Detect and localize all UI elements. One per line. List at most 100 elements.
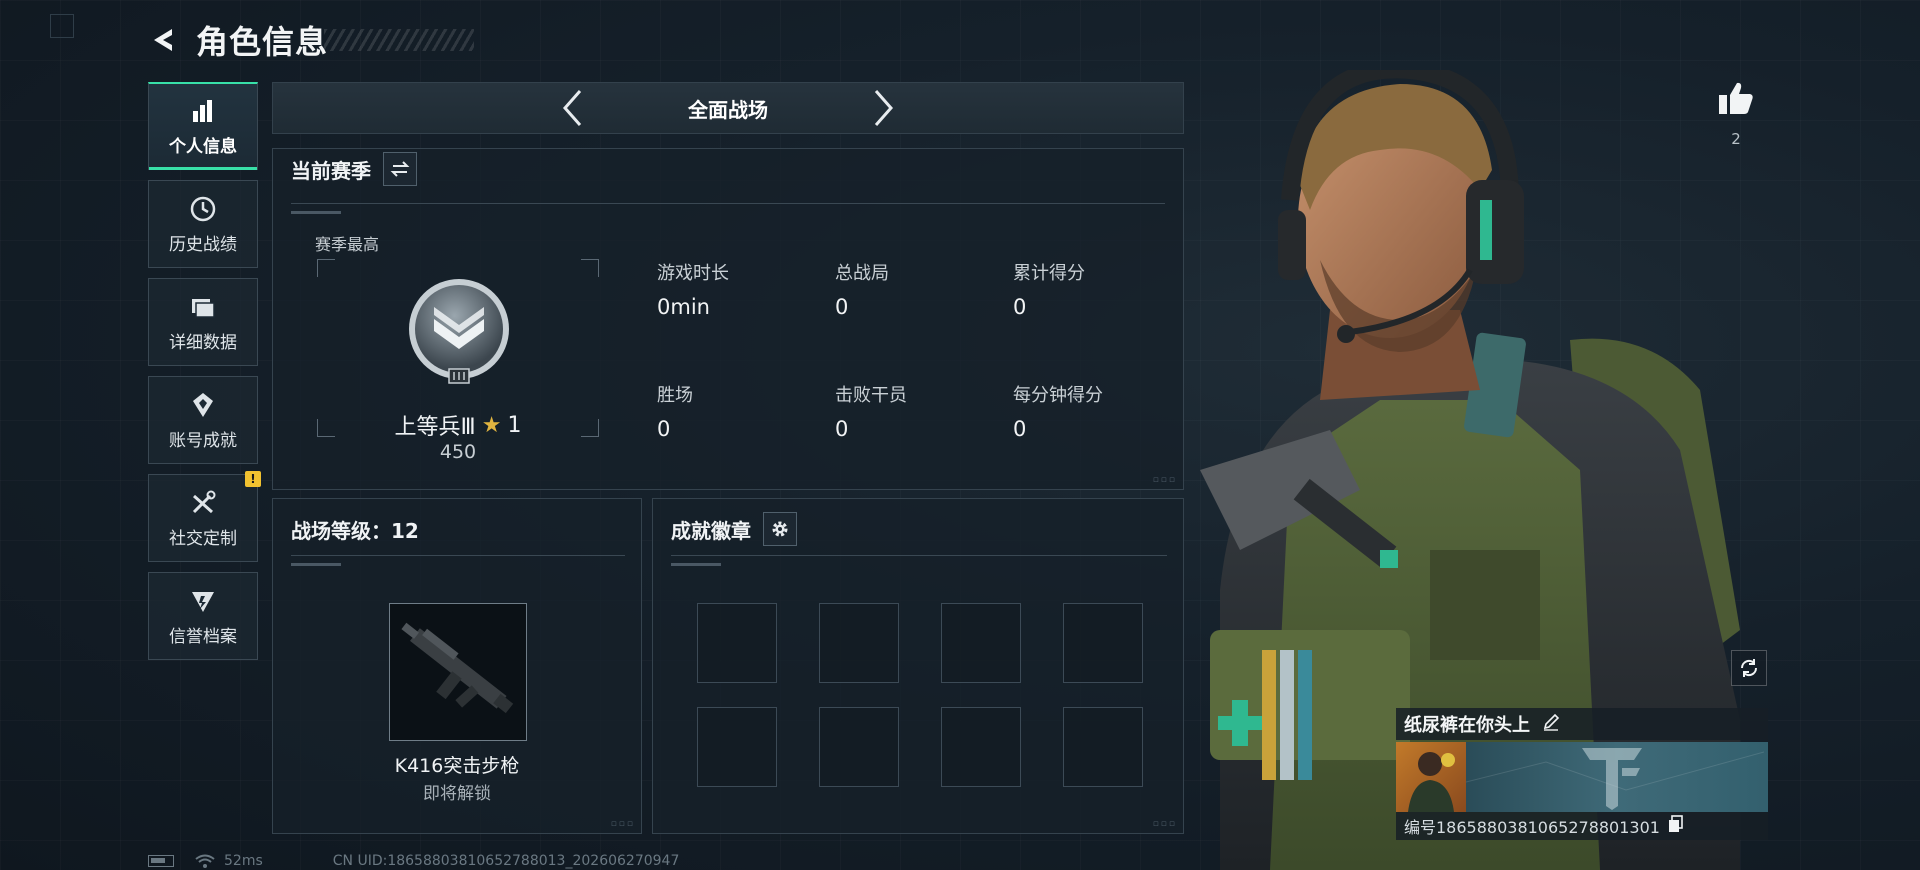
sidebar-item-label: 社交定制 bbox=[169, 528, 237, 549]
tools-icon bbox=[188, 488, 218, 518]
rotate-character-button[interactable] bbox=[1731, 650, 1767, 686]
decor-text bbox=[291, 211, 341, 214]
mode-next-button[interactable] bbox=[864, 86, 904, 130]
badge-slot[interactable] bbox=[941, 603, 1021, 683]
stat-value: 0min bbox=[657, 295, 710, 319]
stat-wins: 胜场 0 bbox=[657, 381, 693, 441]
achievement-badges-panel: 成就徽章 ▫▫▫ bbox=[652, 498, 1184, 834]
player-name: 纸尿裤在你头上 bbox=[1404, 715, 1530, 736]
ping-value: 52ms bbox=[224, 853, 263, 869]
warning-badge: ! bbox=[245, 471, 261, 487]
divider bbox=[671, 555, 1167, 556]
rank-star-count: 1 bbox=[507, 412, 522, 438]
gear-icon bbox=[772, 521, 788, 537]
season-title: 当前赛季 bbox=[291, 158, 371, 183]
back-button[interactable] bbox=[148, 23, 182, 57]
achievement-icon bbox=[188, 390, 218, 420]
sidebar-item-detailed-data[interactable]: 详细数据 bbox=[148, 278, 258, 366]
badges-title: 成就徽章 bbox=[671, 518, 751, 543]
season-panel-header: 当前赛季 bbox=[273, 149, 1183, 189]
stat-value: 0 bbox=[835, 295, 849, 319]
page-header: 角色信息 bbox=[148, 18, 475, 62]
stat-label: 总战局 bbox=[835, 263, 889, 284]
badge-slot[interactable] bbox=[941, 707, 1021, 787]
stat-label: 每分钟得分 bbox=[1013, 385, 1103, 406]
rank-points: 450 bbox=[439, 441, 477, 463]
panel-decor: ▫▫▫ bbox=[1152, 819, 1177, 829]
history-icon bbox=[188, 194, 218, 224]
panel-decor: ▫▫▫ bbox=[610, 819, 635, 829]
weapon-unlock-status: 即将解锁 bbox=[423, 784, 491, 804]
player-name-row: 纸尿裤在你头上 bbox=[1396, 708, 1768, 740]
back-arrow-icon bbox=[154, 29, 172, 51]
badge-slot[interactable] bbox=[1063, 707, 1143, 787]
stat-score-per-minute: 每分钟得分 0 bbox=[1013, 381, 1103, 441]
corner-marker bbox=[50, 14, 74, 38]
stat-value: 0 bbox=[835, 417, 849, 441]
decor-text bbox=[291, 563, 341, 566]
badge-slot[interactable] bbox=[819, 707, 899, 787]
player-id-row: 编号1865880381065278801301 bbox=[1396, 812, 1768, 840]
sidebar-item-personal-info[interactable]: 个人信息 bbox=[148, 82, 258, 170]
weapon-slot[interactable] bbox=[389, 603, 527, 741]
divider bbox=[291, 203, 1165, 204]
thumbs-up-icon bbox=[1719, 82, 1753, 114]
season-switch-button[interactable] bbox=[383, 152, 417, 186]
edit-name-button[interactable] bbox=[1542, 713, 1560, 735]
like-button[interactable] bbox=[1714, 76, 1758, 120]
sidebar: 个人信息 历史战绩 详细数据 账号成就 ! 社交定制 信誉档案 bbox=[148, 82, 261, 670]
badge-settings-button[interactable] bbox=[763, 512, 797, 546]
stat-kills: 击败干员 0 bbox=[835, 381, 907, 441]
badge-slot[interactable] bbox=[1063, 603, 1143, 683]
like-count: 2 bbox=[1731, 130, 1741, 148]
season-best-label: 赛季最高 bbox=[315, 235, 380, 254]
emblem-logo-icon bbox=[1466, 748, 1765, 810]
avatar[interactable] bbox=[1396, 742, 1466, 812]
mode-title: 全面战场 bbox=[688, 97, 768, 122]
player-banner bbox=[1466, 742, 1768, 812]
pencil-icon bbox=[1543, 713, 1560, 731]
uid-text: CN UID:18658803810652788013_202606270947 bbox=[332, 853, 680, 869]
stat-play-time: 游戏时长 0min bbox=[657, 259, 729, 319]
stat-label: 击败干员 bbox=[835, 385, 907, 406]
battlefield-level-panel: 战场等级：12 K416突击步枪 即将解锁 ▫▫▫ bbox=[272, 498, 642, 834]
rotate-icon bbox=[1740, 659, 1758, 677]
decor-text bbox=[671, 563, 721, 566]
badges-panel-header: 成就徽章 bbox=[653, 499, 1183, 559]
chevron-left-icon bbox=[562, 90, 582, 126]
weapon-name: K416突击步枪 bbox=[394, 755, 520, 777]
sidebar-item-social-custom[interactable]: ! 社交定制 bbox=[148, 471, 261, 562]
stat-label: 胜场 bbox=[657, 385, 693, 406]
chevron-right-icon bbox=[874, 90, 894, 126]
sidebar-item-achievements[interactable]: 账号成就 bbox=[148, 376, 258, 464]
player-card-body bbox=[1396, 742, 1768, 812]
copy-id-button[interactable] bbox=[1668, 815, 1684, 837]
rank-name-row: 上等兵Ⅲ ★ 1 bbox=[273, 409, 643, 441]
sidebar-item-label: 详细数据 bbox=[169, 332, 237, 353]
badge-slot[interactable] bbox=[819, 603, 899, 683]
mode-selector: 全面战场 bbox=[272, 82, 1184, 134]
badge-slot[interactable] bbox=[697, 603, 777, 683]
stat-value: 0 bbox=[1013, 295, 1027, 319]
sidebar-item-label: 账号成就 bbox=[169, 430, 237, 451]
sidebar-item-label: 历史战绩 bbox=[169, 234, 237, 255]
battlefield-panel-header: 战场等级：12 bbox=[273, 499, 641, 559]
sidebar-item-label: 个人信息 bbox=[169, 137, 237, 157]
folder-icon bbox=[188, 292, 218, 322]
stat-value: 0 bbox=[657, 417, 671, 441]
title-decoration bbox=[324, 29, 475, 51]
sidebar-item-credit-record[interactable]: 信誉档案 bbox=[148, 572, 258, 660]
season-panel: 当前赛季 赛季最高 上等兵Ⅲ ★ 1 450 游戏时长 0min 总战局 0 累… bbox=[272, 148, 1184, 490]
mode-prev-button[interactable] bbox=[552, 86, 592, 130]
rifle-icon bbox=[401, 622, 514, 714]
rank-emblem-icon bbox=[409, 279, 509, 384]
battery-icon bbox=[148, 855, 174, 867]
bar-chart-icon bbox=[188, 96, 218, 126]
rank-name: 上等兵Ⅲ bbox=[394, 415, 476, 440]
battlefield-level-title: 战场等级：12 bbox=[291, 518, 419, 543]
sidebar-item-match-history[interactable]: 历史战绩 bbox=[148, 180, 258, 268]
copy-icon bbox=[1668, 815, 1683, 832]
player-card: 纸尿裤在你头上 编号1865880381065278801301 bbox=[1396, 708, 1768, 840]
badge-slot[interactable] bbox=[697, 707, 777, 787]
panel-decor: ▫▫▫ bbox=[1152, 475, 1177, 485]
